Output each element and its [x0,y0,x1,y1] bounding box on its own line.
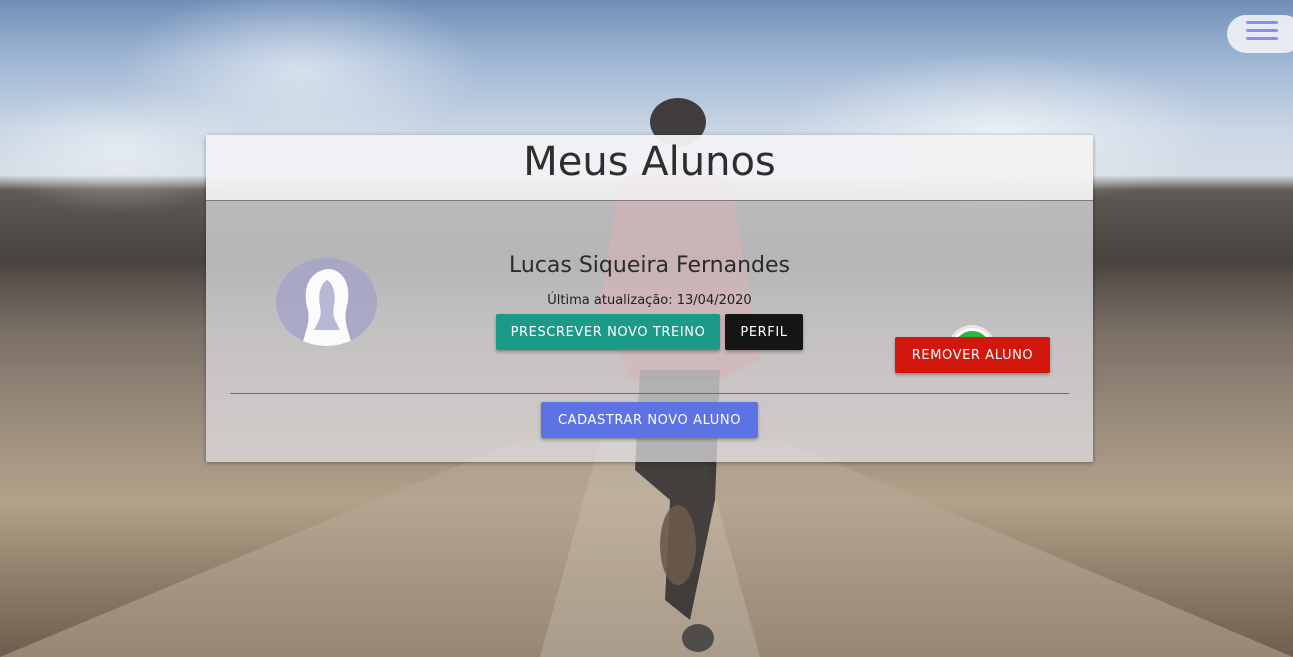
divider [230,393,1069,394]
remove-student-button[interactable]: REMOVER ALUNO [895,337,1050,373]
student-last-update: Última atualização: 13/04/2020 [547,293,752,308]
hamburger-line [1246,37,1278,40]
card-header: Meus Alunos [206,135,1093,201]
student-row: Lucas Siqueira Fernandes Última atualiza… [206,201,1093,393]
register-student-button[interactable]: CADASTRAR NOVO ALUNO [541,402,758,438]
hamburger-line [1246,29,1278,32]
profile-button[interactable]: PERFIL [725,314,803,350]
prescribe-training-button[interactable]: PRESCREVER NOVO TREINO [496,314,720,350]
hamburger-menu-icon [1246,21,1278,24]
page-title: Meus Alunos [523,139,776,185]
menu-button[interactable] [1227,15,1293,53]
students-card: Meus Alunos Lucas Siqueira Fernandes Últ… [206,135,1093,462]
student-name: Lucas Siqueira Fernandes [509,253,790,278]
